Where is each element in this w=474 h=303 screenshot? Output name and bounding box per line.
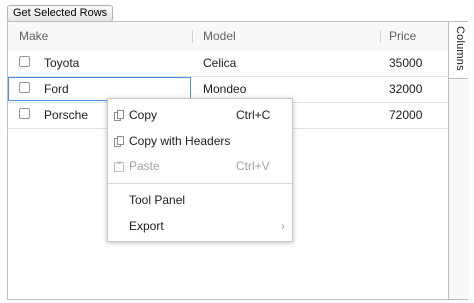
cell-make[interactable]: Porsche: [44, 103, 88, 128]
cell-price[interactable]: 32000: [389, 77, 422, 102]
column-header-price[interactable]: Price: [389, 22, 416, 51]
side-bar: Columns: [448, 22, 469, 299]
menu-item-export[interactable]: Export ›: [108, 214, 292, 239]
row-checkbox[interactable]: [19, 108, 30, 119]
tab-columns-label: Columns: [454, 26, 466, 71]
menu-item-copy[interactable]: Copy Ctrl+C: [108, 103, 292, 128]
column-header-make[interactable]: Make: [19, 22, 48, 51]
menu-item-label: Export: [129, 219, 164, 233]
menu-item-copy-with-headers[interactable]: Copy with Headers: [108, 129, 292, 154]
column-separator[interactable]: [192, 30, 193, 43]
cell-model[interactable]: Celica: [203, 51, 236, 76]
row-checkbox[interactable]: [19, 82, 30, 93]
cell-make[interactable]: Toyota: [44, 51, 79, 76]
cell-price[interactable]: 35000: [389, 51, 422, 76]
menu-item-label: Paste: [129, 159, 160, 173]
paste-icon: [114, 161, 124, 172]
menu-item-shortcut: Ctrl+V: [236, 159, 270, 173]
menu-item-paste[interactable]: Paste Ctrl+V: [108, 154, 292, 179]
copy-icon: [114, 136, 124, 147]
menu-item-label: Tool Panel: [129, 193, 186, 207]
copy-icon: [114, 110, 124, 121]
table-row[interactable]: Toyota Celica 35000: [8, 51, 448, 77]
context-menu: Copy Ctrl+C Copy with Headers Paste Ctrl…: [107, 98, 293, 242]
column-separator[interactable]: [380, 30, 381, 43]
cell-make[interactable]: Ford: [44, 77, 69, 102]
menu-item-shortcut: Ctrl+C: [236, 108, 271, 122]
get-selected-rows-button[interactable]: Get Selected Rows: [7, 5, 114, 22]
menu-item-label: Copy with Headers: [129, 134, 231, 148]
grid-header: Make Model Price: [8, 22, 448, 52]
cell-price[interactable]: 72000: [389, 103, 422, 128]
chevron-right-icon: ›: [281, 219, 285, 233]
menu-separator: [108, 183, 292, 184]
tab-columns[interactable]: Columns: [449, 22, 468, 79]
column-header-model[interactable]: Model: [203, 22, 236, 51]
row-checkbox[interactable]: [19, 56, 30, 67]
menu-item-label: Copy: [129, 108, 158, 122]
menu-item-tool-panel[interactable]: Tool Panel: [108, 188, 292, 213]
